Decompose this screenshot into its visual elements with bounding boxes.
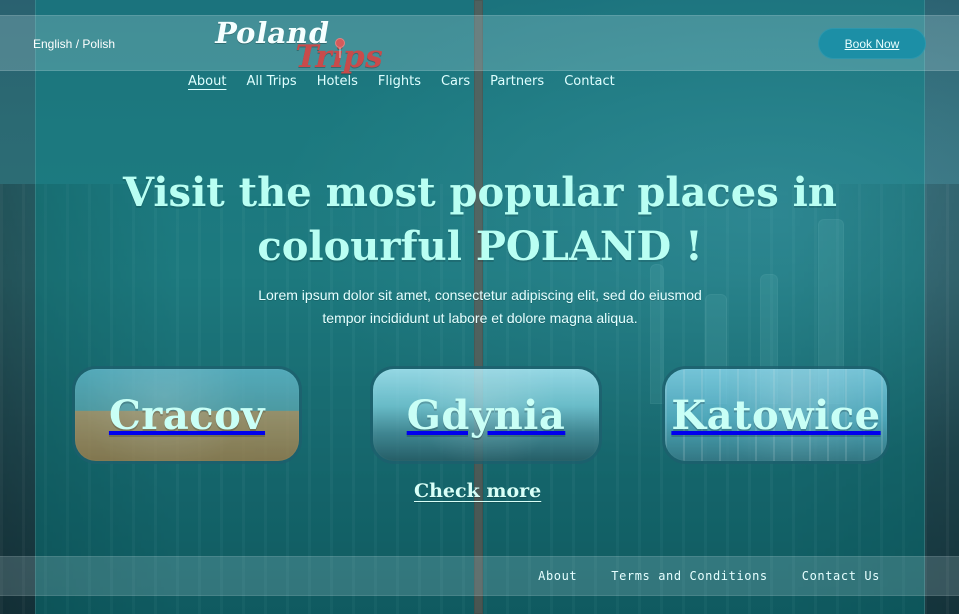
- hero-title: Visit the most popular places in colourf…: [95, 166, 865, 274]
- language-toggle[interactable]: English / Polish: [33, 37, 115, 51]
- footer-link-about[interactable]: About: [538, 569, 577, 583]
- logo[interactable]: Poland Trips: [212, 16, 390, 75]
- balloon-icon: [335, 38, 345, 58]
- footer-links: About Terms and Conditions Contact Us: [538, 569, 880, 583]
- destination-card-cracov[interactable]: Cracov: [72, 366, 302, 464]
- nav-flights[interactable]: Flights: [376, 72, 423, 91]
- destination-label: Gdynia: [406, 391, 566, 439]
- main-nav: About All Trips Hotels Flights Cars Part…: [186, 72, 617, 91]
- footer-link-terms[interactable]: Terms and Conditions: [611, 569, 768, 583]
- destination-card-gdynia[interactable]: Gdynia: [370, 366, 602, 464]
- nav-contact[interactable]: Contact: [562, 72, 617, 91]
- destination-card-katowice[interactable]: Katowice: [662, 366, 890, 464]
- top-bar: [0, 15, 959, 71]
- nav-all-trips[interactable]: All Trips: [244, 72, 298, 91]
- hero-subtitle-line1: Lorem ipsum dolor sit amet, consectetur …: [258, 287, 702, 303]
- destination-label: Katowice: [671, 391, 881, 439]
- hero-title-line1: Visit the most popular places in: [123, 169, 837, 216]
- footer: About Terms and Conditions Contact Us: [0, 556, 959, 596]
- nav-hotels[interactable]: Hotels: [315, 72, 360, 91]
- hero-subtitle-line2: tempor incididunt ut labore et dolore ma…: [322, 310, 638, 326]
- nav-partners[interactable]: Partners: [488, 72, 546, 91]
- destination-cards: Cracov Gdynia Katowice: [72, 366, 890, 466]
- hero-title-line2: colourful POLAND !: [257, 223, 703, 270]
- destination-label: Cracov: [108, 391, 266, 439]
- check-more-link[interactable]: Check more: [414, 480, 541, 502]
- nav-cars[interactable]: Cars: [439, 72, 472, 91]
- nav-about[interactable]: About: [186, 72, 228, 91]
- book-now-button[interactable]: Book Now: [818, 28, 926, 59]
- hero-subtitle: Lorem ipsum dolor sit amet, consectetur …: [175, 284, 785, 330]
- footer-link-contact-us[interactable]: Contact Us: [802, 569, 880, 583]
